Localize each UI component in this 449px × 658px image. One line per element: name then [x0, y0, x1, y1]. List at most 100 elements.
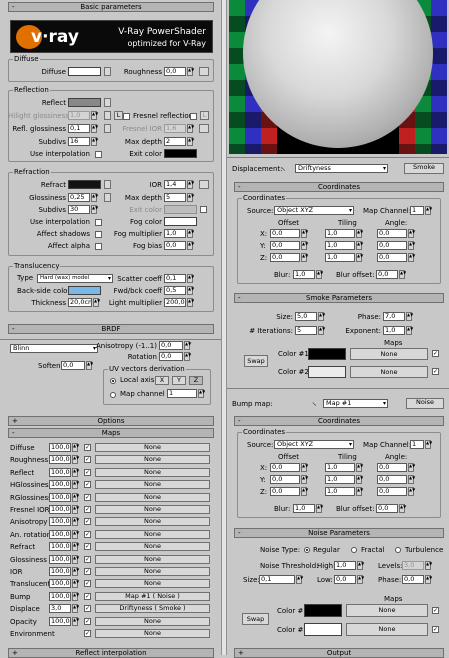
smoke-parameters-rollout[interactable]: - Smoke Parameters: [234, 293, 444, 303]
tiling-y-arrows[interactable]: ▲▼: [356, 241, 363, 250]
map-slot-button[interactable]: Driftyness ( Smoke ): [95, 604, 210, 613]
refl-use-interpolation-checkbox[interactable]: [95, 151, 102, 158]
source-dropdown[interactable]: Object XYZ: [274, 206, 354, 215]
refr-exit-color-swatch[interactable]: [164, 205, 197, 214]
angle-y-arrows[interactable]: ▲▼: [408, 241, 415, 250]
fresnel-ior-spinner[interactable]: 1,6: [164, 124, 186, 133]
refl-exit-color-swatch[interactable]: [164, 149, 197, 158]
noise-phase-spinner[interactable]: 0,0: [402, 575, 424, 584]
map-amount-arrows[interactable]: ▲▼: [72, 505, 79, 514]
smoke-color1-swatch[interactable]: [308, 348, 346, 360]
eyedropper-icon[interactable]: ⸜: [281, 163, 291, 173]
map-enable-checkbox[interactable]: ✓: [84, 481, 91, 488]
eyedropper-icon[interactable]: ⸜: [312, 398, 322, 408]
blur-offset-arrows[interactable]: ▲▼: [399, 270, 406, 279]
roughness-map-button[interactable]: [199, 67, 209, 76]
tiling-x-spinner[interactable]: 1,0: [325, 463, 355, 472]
blur-spinner[interactable]: 1,0: [293, 270, 315, 279]
brdf-rollout[interactable]: - BRDF: [8, 324, 214, 334]
translucency-type-dropdown[interactable]: Hard (wax) model: [37, 274, 113, 283]
refl-glossiness-arrows[interactable]: ▲▼: [91, 124, 98, 133]
blur-spinner-2[interactable]: 1,0: [293, 504, 315, 513]
smoke-color2-map-button[interactable]: None: [350, 366, 428, 378]
refl-max-depth-arrows[interactable]: ▲▼: [187, 137, 194, 146]
high-spinner[interactable]: 1,0: [334, 561, 356, 570]
smoke-color2-checkbox[interactable]: ✓: [432, 368, 439, 375]
angle-x-spinner[interactable]: 0,0: [377, 463, 407, 472]
map-slot-button[interactable]: None: [95, 617, 210, 626]
offset-x-spinner[interactable]: 0,0: [270, 463, 300, 472]
map-slot-button[interactable]: None: [95, 579, 210, 588]
map-enable-checkbox[interactable]: ✓: [84, 444, 91, 451]
fresnel-lock-checkbox[interactable]: [190, 113, 197, 120]
ior-map-button[interactable]: [199, 180, 209, 189]
soften-arrows[interactable]: ▲▼: [86, 361, 93, 370]
offset-x-spinner[interactable]: 0,0: [270, 229, 300, 238]
affect-alpha-checkbox[interactable]: [95, 243, 102, 250]
bump-type-button[interactable]: Noise: [406, 398, 444, 409]
refr-glossiness-arrows[interactable]: ▲▼: [91, 193, 98, 202]
rotation-arrows[interactable]: ▲▼: [184, 352, 191, 361]
map-enable-checkbox[interactable]: ✓: [84, 456, 91, 463]
smoke-swap-button[interactable]: Swap: [244, 355, 268, 367]
map-amount-spinner[interactable]: 100,0: [49, 579, 71, 588]
map-amount-spinner[interactable]: 100,0: [49, 493, 71, 502]
map-slot-button[interactable]: None: [95, 505, 210, 514]
map-slot-button[interactable]: None: [95, 517, 210, 526]
fog-bias-spinner[interactable]: 0,0: [164, 241, 186, 250]
angle-x-arrows[interactable]: ▲▼: [408, 463, 415, 472]
local-axis-radio[interactable]: [110, 378, 116, 384]
tiling-y-spinner[interactable]: 1,0: [325, 475, 355, 484]
smoke-size-arrows[interactable]: ▲▼: [318, 312, 325, 321]
blur-offset-spinner-2[interactable]: 0,0: [376, 504, 398, 513]
fwd-bck-coeff-arrows[interactable]: ▲▼: [187, 286, 194, 295]
map-amount-arrows[interactable]: ▲▼: [72, 480, 79, 489]
reflect-interpolation-rollout[interactable]: + Reflect interpolation: [8, 648, 214, 658]
map-amount-spinner[interactable]: 100,0: [49, 505, 71, 514]
low-arrows[interactable]: ▲▼: [357, 575, 364, 584]
roughness-spinner[interactable]: 0,0: [164, 67, 186, 76]
axis-x-button[interactable]: X: [155, 376, 169, 385]
map-amount-spinner[interactable]: 100,0: [49, 455, 71, 464]
bump-map-dropdown[interactable]: Map #1: [323, 399, 388, 408]
map-channel-radio[interactable]: [110, 392, 116, 398]
noise-swap-button[interactable]: Swap: [242, 613, 269, 625]
noise-color2-checkbox[interactable]: ✓: [432, 626, 439, 633]
refl-subdivs-arrows[interactable]: ▲▼: [91, 137, 98, 146]
map-amount-spinner[interactable]: 100,0: [49, 567, 71, 576]
scatter-coeff-arrows[interactable]: ▲▼: [187, 274, 194, 283]
refract-color-swatch[interactable]: [68, 180, 101, 189]
refract-map-button[interactable]: [104, 180, 111, 189]
fractal-radio[interactable]: [351, 547, 357, 553]
map-slot-button[interactable]: Map #1 ( Noise ): [95, 592, 210, 601]
angle-z-spinner[interactable]: 0,0: [377, 253, 407, 262]
noise-color1-map-button[interactable]: None: [346, 604, 428, 617]
map-channel-arrows[interactable]: ▲▼: [198, 389, 205, 398]
noise-size-spinner[interactable]: 0,1: [259, 575, 295, 584]
angle-z-arrows[interactable]: ▲▼: [408, 253, 415, 262]
map-enable-checkbox[interactable]: ✓: [84, 543, 91, 550]
map-slot-button[interactable]: None: [95, 443, 210, 452]
soften-spinner[interactable]: 0,0: [61, 361, 85, 370]
tiling-y-arrows[interactable]: ▲▼: [356, 475, 363, 484]
refr-use-interpolation-checkbox[interactable]: [95, 219, 102, 226]
map-amount-spinner[interactable]: 100,0: [49, 517, 71, 526]
map-amount-spinner[interactable]: 100,0: [49, 592, 71, 601]
iterations-arrows[interactable]: ▲▼: [318, 326, 325, 335]
tiling-z-arrows[interactable]: ▲▼: [356, 253, 363, 262]
offset-z-arrows[interactable]: ▲▼: [301, 253, 308, 262]
map-amount-spinner[interactable]: 100,0: [49, 530, 71, 539]
hilight-lock-button[interactable]: L: [114, 111, 123, 120]
map-amount-arrows[interactable]: ▲▼: [72, 555, 79, 564]
fwd-bck-coeff-spinner[interactable]: 0,5: [164, 286, 186, 295]
source-dropdown-2[interactable]: Object XYZ: [274, 440, 354, 449]
diffuse-map-button[interactable]: [104, 67, 111, 76]
map-amount-arrows[interactable]: ▲▼: [72, 443, 79, 452]
smoke-phase-spinner[interactable]: 7,0: [383, 312, 405, 321]
map-slot-button[interactable]: None: [95, 455, 210, 464]
levels-spinner[interactable]: 3,0: [402, 561, 424, 570]
noise-color2-swatch[interactable]: [304, 623, 342, 636]
fresnel-reflections-checkbox[interactable]: [123, 113, 130, 120]
tiling-x-arrows[interactable]: ▲▼: [356, 463, 363, 472]
angle-z-spinner[interactable]: 0,0: [377, 487, 407, 496]
